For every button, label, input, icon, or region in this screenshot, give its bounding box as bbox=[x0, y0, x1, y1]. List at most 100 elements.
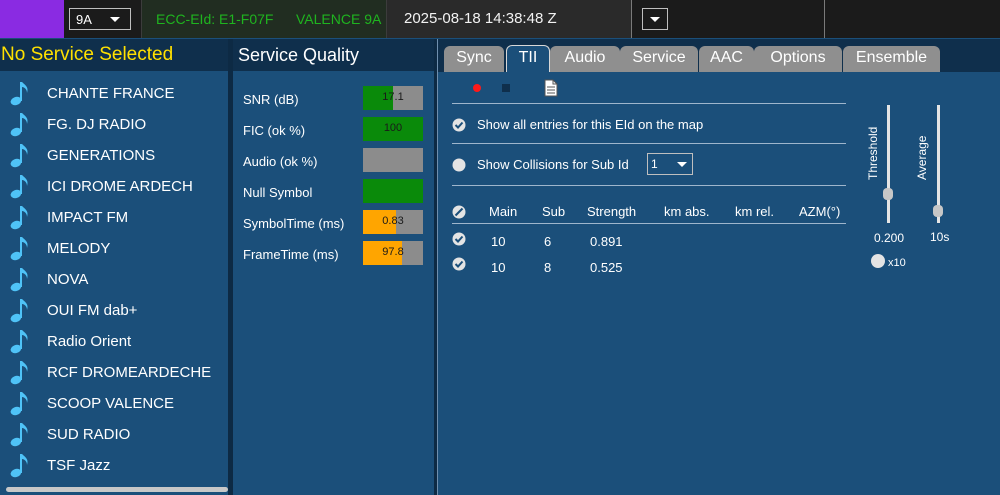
service-label: Radio Orient bbox=[47, 333, 132, 350]
quality-meter: 97.8 bbox=[363, 241, 423, 265]
music-note-icon bbox=[10, 237, 28, 261]
quality-value: 97.8 bbox=[382, 246, 404, 258]
music-note-icon bbox=[10, 361, 28, 385]
service-list-item[interactable]: Radio Orient bbox=[0, 326, 228, 357]
music-note-icon bbox=[10, 330, 28, 354]
service-list-item[interactable]: RCF DROMEARDECHE bbox=[0, 357, 228, 388]
tab-audio[interactable]: Audio bbox=[550, 46, 620, 72]
service-list-item[interactable]: TSF Jazz bbox=[0, 450, 228, 481]
average-label: Average bbox=[915, 135, 929, 180]
quality-row: FrameTime (ms) 97.8 bbox=[233, 241, 434, 267]
checkbox-unchecked-icon[interactable] bbox=[452, 158, 466, 172]
quality-label: SNR (dB) bbox=[243, 92, 299, 107]
music-note-icon bbox=[10, 454, 28, 478]
column-km-abs[interactable]: km abs. bbox=[664, 204, 710, 219]
music-note-icon bbox=[10, 82, 28, 106]
quality-row: SNR (dB) 17.1 bbox=[233, 86, 434, 112]
tab-ensemble[interactable]: Ensemble bbox=[843, 46, 940, 72]
service-list-item[interactable]: ICI DROME ARDECH bbox=[0, 171, 228, 202]
quality-label: Audio (ok %) bbox=[243, 154, 318, 169]
tab-sync[interactable]: Sync bbox=[444, 46, 504, 72]
service-label: MELODY bbox=[47, 240, 111, 257]
cell-sub: 8 bbox=[544, 260, 552, 275]
tab-service[interactable]: Service bbox=[620, 46, 698, 72]
quality-meter: 17.1 bbox=[363, 86, 423, 110]
threshold-slider-handle[interactable] bbox=[883, 187, 893, 200]
music-note-icon bbox=[10, 392, 28, 416]
quality-label: FIC (ok %) bbox=[243, 123, 306, 138]
tab-pane: Sync TII Audio Service AAC Options Ensemble Sh… bbox=[438, 39, 1000, 495]
document-icon[interactable] bbox=[544, 79, 558, 97]
chevron-down-icon bbox=[110, 17, 120, 22]
music-note-icon bbox=[10, 113, 28, 137]
record-icon[interactable] bbox=[473, 84, 481, 92]
service-header: No Service Selected bbox=[0, 39, 228, 71]
sub-id-select[interactable]: 1 bbox=[647, 153, 693, 175]
column-km-rel[interactable]: km rel. bbox=[735, 204, 774, 219]
service-list-item[interactable]: SCOOP VALENCE bbox=[0, 388, 228, 419]
service-label: ICI DROME ARDECH bbox=[47, 178, 193, 195]
service-label: FG. DJ RADIO bbox=[47, 116, 147, 133]
separator bbox=[452, 223, 846, 224]
checkbox-checked-icon[interactable] bbox=[452, 257, 466, 271]
service-list-item[interactable]: MELODY bbox=[0, 233, 228, 264]
tab-tii[interactable]: TII bbox=[506, 45, 550, 72]
show-collisions-option[interactable]: Show Collisions for Sub Id bbox=[452, 155, 642, 175]
quality-meter: 0.83 bbox=[363, 210, 423, 234]
stop-icon[interactable] bbox=[502, 84, 510, 92]
service-list-item[interactable]: FG. DJ RADIO bbox=[0, 109, 228, 140]
cell-strength: 0.525 bbox=[590, 260, 623, 275]
ecc-eid-label: ECC-EId: E1-F07F bbox=[156, 11, 274, 27]
service-list-item[interactable]: SUD RADIO bbox=[0, 419, 228, 450]
menu-dropdown-button[interactable] bbox=[642, 8, 668, 30]
quality-meter: 100 bbox=[363, 117, 423, 141]
ensemble-label: VALENCE 9A bbox=[296, 11, 382, 27]
music-note-icon bbox=[10, 206, 28, 230]
column-azimuth[interactable]: AZM(°) bbox=[799, 204, 840, 219]
average-value: 10s bbox=[930, 230, 950, 244]
select-all-checkbox-icon[interactable] bbox=[452, 205, 466, 219]
column-main[interactable]: Main bbox=[489, 204, 517, 219]
quality-header-label: Service Quality bbox=[238, 45, 360, 65]
service-list-item[interactable]: OUI FM dab+ bbox=[0, 295, 228, 326]
quality-value: 0.83 bbox=[382, 215, 404, 227]
service-label: CHANTE FRANCE bbox=[47, 85, 175, 102]
top-bar: 9A ECC-EId: E1-F07F VALENCE 9A 2025-08-1… bbox=[0, 0, 1000, 38]
channel-value: 9A bbox=[76, 12, 92, 27]
separator bbox=[452, 103, 846, 104]
quality-value: 100 bbox=[383, 122, 403, 134]
column-sub[interactable]: Sub bbox=[542, 204, 565, 219]
separator bbox=[452, 185, 846, 186]
show-all-entries-option[interactable]: Show all entries for this EId on the map bbox=[452, 115, 832, 135]
separator bbox=[452, 143, 846, 144]
threshold-slider-track[interactable] bbox=[887, 105, 890, 223]
service-list-item[interactable]: IMPACT FM bbox=[0, 202, 228, 233]
channel-select[interactable]: 9A bbox=[69, 8, 131, 30]
quality-meter-fill bbox=[363, 179, 423, 203]
service-list-item[interactable]: NOVA bbox=[0, 264, 228, 295]
tab-options[interactable]: Options bbox=[754, 46, 842, 72]
service-header-label: No Service Selected bbox=[1, 44, 174, 65]
checkbox-checked-icon[interactable] bbox=[452, 118, 466, 132]
quality-meter bbox=[363, 148, 423, 172]
service-list-item[interactable]: CHANTE FRANCE bbox=[0, 78, 228, 109]
ensemble-id-area: ECC-EId: E1-F07F VALENCE 9A bbox=[142, 0, 387, 38]
service-list-item[interactable]: GENERATIONS bbox=[0, 140, 228, 171]
tab-bar: Sync TII Audio Service AAC Options Ensemble bbox=[438, 39, 1000, 72]
show-all-entries-label: Show all entries for this EId on the map bbox=[477, 117, 704, 132]
average-slider-handle[interactable] bbox=[933, 205, 943, 218]
checkbox-checked-icon[interactable] bbox=[452, 232, 466, 246]
x10-label: x10 bbox=[888, 257, 906, 269]
quality-row: Audio (ok %) bbox=[233, 148, 434, 174]
tab-aac[interactable]: AAC bbox=[699, 46, 754, 72]
cell-main: 10 bbox=[491, 234, 506, 249]
music-note-icon bbox=[10, 268, 28, 292]
service-list-scrollbar[interactable] bbox=[6, 487, 228, 492]
datetime-area: 2025-08-18 14:38:48 Z bbox=[387, 0, 632, 38]
music-note-icon bbox=[10, 144, 28, 168]
threshold-value: 0.200 bbox=[874, 231, 905, 245]
x10-radio[interactable] bbox=[871, 254, 885, 268]
channel-area: 9A bbox=[64, 0, 142, 38]
column-strength[interactable]: Strength bbox=[587, 204, 636, 219]
quality-row: SymbolTime (ms) 0.83 bbox=[233, 210, 434, 236]
